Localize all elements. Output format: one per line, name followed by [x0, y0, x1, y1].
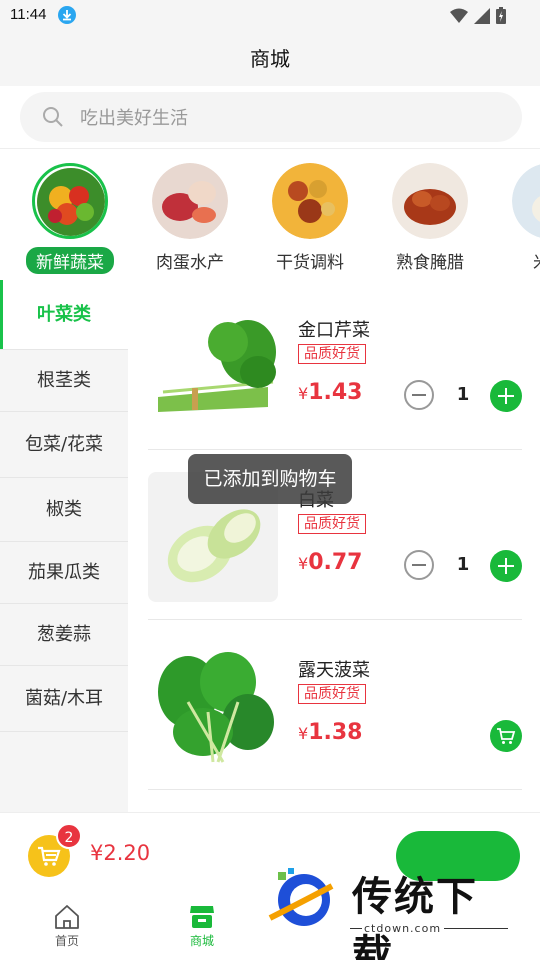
- spinach-image: [148, 642, 278, 772]
- product-list: 金口芹菜 品质好货 ¥1.43 1 白菜 品质好货 ¥0.77 1: [128, 280, 540, 812]
- cart-count-badge: 2: [56, 823, 82, 849]
- watermark: 传统下载 ctdown.com: [268, 862, 518, 960]
- watermark-rule: [444, 928, 508, 929]
- quality-tag: 品质好货: [298, 344, 366, 364]
- watermark-brand: 传统下载: [352, 874, 478, 960]
- title-bar: 商城: [0, 32, 540, 86]
- category-label: 肉蛋水产: [156, 253, 224, 273]
- search-input[interactable]: 吃出美好生活: [20, 92, 522, 142]
- decrease-quantity-button[interactable]: [404, 380, 434, 410]
- wifi-icon: [450, 8, 468, 23]
- watermark-logo-icon: [268, 868, 334, 926]
- sidebar-item-label: 包菜/花菜: [24, 434, 104, 455]
- sidebar-item-fruit-veg[interactable]: 茄果瓜类: [0, 542, 128, 604]
- sidebar-item-cabbage[interactable]: 包菜/花菜: [0, 412, 128, 478]
- store-icon: [190, 906, 214, 928]
- category-fresh-vegetables[interactable]: 新鲜蔬菜: [10, 163, 130, 274]
- quality-tag: 品质好货: [298, 514, 366, 534]
- quantity-value: 1: [456, 384, 470, 405]
- cart-icon: [38, 846, 61, 866]
- category-meat-seafood[interactable]: 肉蛋水产: [130, 163, 250, 274]
- sidebar-item-label: 茄果瓜类: [28, 562, 100, 583]
- home-icon: [55, 905, 79, 929]
- battery-icon: [496, 7, 506, 24]
- product-name: 金口芹菜: [298, 320, 370, 341]
- search-icon: [43, 107, 63, 127]
- search-placeholder: 吃出美好生活: [80, 108, 188, 129]
- sidebar-item-root[interactable]: 根茎类: [0, 350, 128, 412]
- sidebar-item-peppers[interactable]: 椒类: [0, 478, 128, 542]
- category-label: 新鲜蔬菜: [26, 247, 114, 274]
- increase-quantity-button[interactable]: [490, 550, 522, 582]
- tab-label: 首页: [54, 934, 79, 948]
- sidebar-item-label: 根茎类: [37, 370, 91, 391]
- download-icon: [58, 6, 76, 24]
- sidebar-item-mushroom[interactable]: 菌菇/木耳: [0, 666, 128, 732]
- meat-image: [152, 163, 228, 239]
- category-strip: 新鲜蔬菜 肉蛋水产 干货调料 熟食腌腊 米面: [0, 148, 540, 280]
- product-price: ¥1.43: [298, 380, 363, 405]
- increase-quantity-button[interactable]: [490, 380, 522, 412]
- category-label: 干货调料: [276, 253, 344, 273]
- subcategory-sidebar: 叶菜类 根茎类 包菜/花菜 椒类 茄果瓜类 葱姜蒜 菌菇/木耳: [0, 280, 128, 812]
- product-card[interactable]: 露天菠菜 品质好货 ¥1.38: [148, 620, 522, 790]
- sidebar-item-label: 葱姜蒜: [37, 624, 91, 645]
- sidebar-item-label: 椒类: [46, 499, 82, 520]
- sidebar-item-label: 菌菇/木耳: [24, 688, 104, 709]
- status-icons: [450, 7, 506, 24]
- watermark-rule: [350, 928, 362, 929]
- category-cooked-cured[interactable]: 熟食腌腊: [370, 163, 490, 274]
- tab-home[interactable]: 首页: [27, 904, 107, 949]
- category-label: 熟食腌腊: [396, 253, 464, 273]
- vegetables-image: [32, 163, 108, 239]
- active-indicator: [0, 280, 3, 349]
- add-to-cart-button[interactable]: [490, 720, 522, 752]
- product-name: 露天菠菜: [298, 660, 370, 681]
- quantity-value: 1: [456, 554, 470, 575]
- product-price: ¥0.77: [298, 550, 363, 575]
- toast-message: 已添加到购物车: [188, 454, 352, 504]
- tab-label: 商城: [189, 934, 214, 948]
- cart-total: ¥2.20: [90, 841, 151, 865]
- watermark-url: ctdown.com: [364, 922, 442, 935]
- signal-icon: [474, 7, 490, 24]
- celery-image: [148, 302, 278, 432]
- cart-icon: [497, 728, 516, 744]
- cooked-food-image: [392, 163, 468, 239]
- search-area: 吃出美好生活: [0, 86, 540, 148]
- product-price: ¥1.38: [298, 720, 363, 745]
- category-dry-goods[interactable]: 干货调料: [250, 163, 370, 274]
- sidebar-item-onion-ginger[interactable]: 葱姜蒜: [0, 604, 128, 666]
- sidebar-item-leafy[interactable]: 叶菜类: [0, 280, 128, 350]
- status-time: 11:44: [10, 6, 47, 23]
- category-rice-noodles[interactable]: 米面: [490, 163, 540, 274]
- rice-image: [512, 163, 540, 239]
- sidebar-item-label: 叶菜类: [37, 304, 91, 325]
- spices-image: [272, 163, 348, 239]
- product-card[interactable]: 金口芹菜 品质好货 ¥1.43 1: [148, 280, 522, 450]
- decrease-quantity-button[interactable]: [404, 550, 434, 580]
- tab-mall[interactable]: 商城: [162, 904, 242, 949]
- status-bar: 11:44: [0, 0, 540, 32]
- category-label: 米面: [523, 247, 540, 274]
- quality-tag: 品质好货: [298, 684, 366, 704]
- page-title: 商城: [250, 47, 290, 71]
